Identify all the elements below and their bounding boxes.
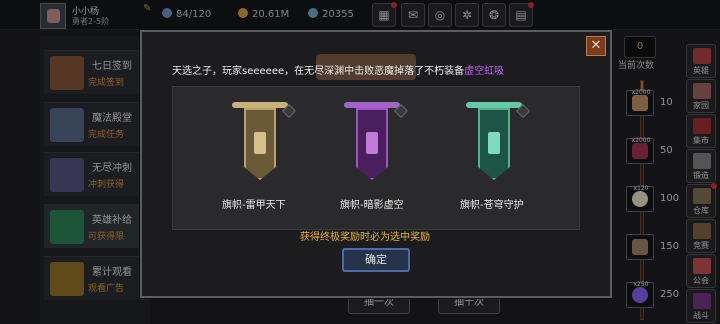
- reward-option[interactable]: [232, 102, 297, 190]
- reward-name: 旗帜-雷甲天下: [222, 200, 286, 211]
- close-button[interactable]: ✕: [586, 36, 606, 56]
- reward-option[interactable]: [344, 102, 409, 190]
- confirm-button[interactable]: 确定: [342, 248, 410, 272]
- banner-emblem: [488, 132, 500, 154]
- banner-rod: [466, 102, 522, 108]
- reward-name: 旗帜-暗影虚空: [340, 200, 404, 211]
- reward-name: 旗帜-苍穹守护: [460, 200, 524, 211]
- banner-rod: [232, 102, 288, 108]
- reward-option[interactable]: [466, 102, 531, 190]
- banner-emblem: [366, 132, 378, 154]
- broadcast-highlight: 虚空虹吸: [464, 66, 505, 77]
- hint-text: 获得终极奖励时必为选中奖励: [300, 232, 430, 243]
- broadcast-message: 天选之子，玩家seeeeee，在无尽深渊中击败恶魔掉落了不朽装备虚空虹吸: [172, 62, 504, 77]
- banner-emblem: [254, 132, 266, 154]
- game-screen: 小小杨 勇者2-5阶 ✎ 84/120 20.61M 20355 ▦ ✉ ◎ ✲…: [0, 0, 720, 324]
- banner-rod: [344, 102, 400, 108]
- broadcast-text: 天选之子，玩家seeeeee，在无尽深渊中击败恶魔掉落了不朽装备: [172, 66, 465, 77]
- close-icon: ✕: [590, 38, 602, 53]
